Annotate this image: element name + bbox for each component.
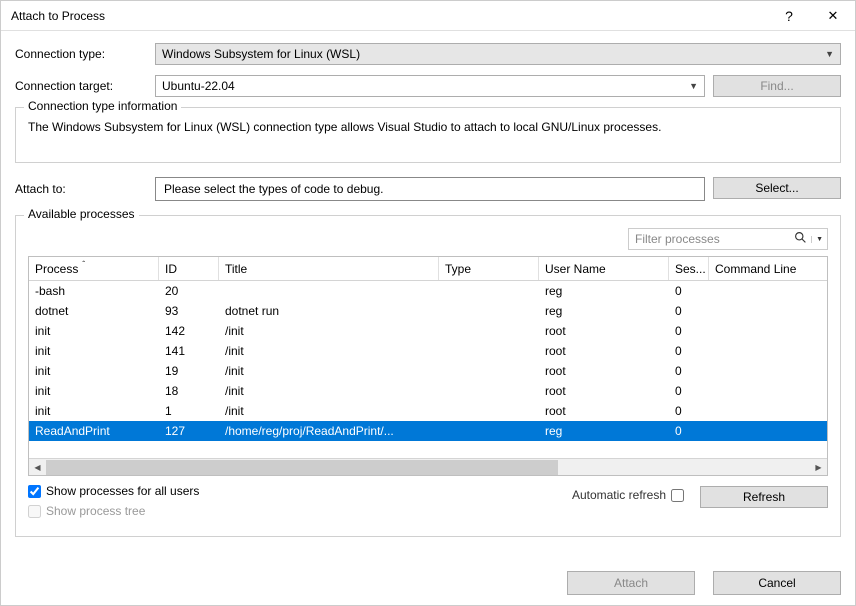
- table-cell: init: [29, 324, 159, 338]
- table-cell: root: [539, 404, 669, 418]
- column-process[interactable]: Processˆ: [29, 257, 159, 280]
- table-cell: /init: [219, 384, 439, 398]
- table-header: Processˆ ID Title Type User Name Ses... …: [29, 257, 827, 281]
- close-button[interactable]: ✕: [811, 1, 855, 31]
- show-all-users-checkbox[interactable]: Show processes for all users: [28, 484, 572, 498]
- table-cell: init: [29, 364, 159, 378]
- attach-button[interactable]: Attach: [567, 571, 695, 595]
- show-process-tree-input: [28, 505, 41, 518]
- table-cell: root: [539, 384, 669, 398]
- scroll-left-icon[interactable]: ◀: [29, 459, 46, 476]
- table-cell: reg: [539, 284, 669, 298]
- table-cell: 0: [669, 364, 709, 378]
- attach-to-label: Attach to:: [15, 182, 155, 196]
- show-all-users-input[interactable]: [28, 485, 41, 498]
- table-cell: 93: [159, 304, 219, 318]
- table-cell: 141: [159, 344, 219, 358]
- table-cell: 127: [159, 424, 219, 438]
- column-id[interactable]: ID: [159, 257, 219, 280]
- horizontal-scrollbar[interactable]: ◀ ▶: [29, 458, 827, 475]
- table-cell: init: [29, 404, 159, 418]
- help-button[interactable]: ?: [767, 1, 811, 31]
- sort-indicator-icon: ˆ: [82, 260, 85, 269]
- connection-info-legend: Connection type information: [24, 99, 181, 113]
- table-cell: root: [539, 344, 669, 358]
- find-button[interactable]: Find...: [713, 75, 841, 97]
- available-processes-legend: Available processes: [24, 207, 139, 221]
- table-row[interactable]: init1/init root0: [29, 401, 827, 421]
- column-user[interactable]: User Name: [539, 257, 669, 280]
- refresh-button[interactable]: Refresh: [700, 486, 828, 508]
- table-cell: 0: [669, 384, 709, 398]
- dialog-footer: Attach Cancel: [1, 561, 855, 605]
- show-process-tree-checkbox[interactable]: Show process tree: [28, 504, 572, 518]
- scroll-thumb[interactable]: [46, 460, 558, 475]
- titlebar: Attach to Process ? ✕: [1, 1, 855, 31]
- table-cell: 0: [669, 404, 709, 418]
- column-session[interactable]: Ses...: [669, 257, 709, 280]
- table-cell: 20: [159, 284, 219, 298]
- table-cell: reg: [539, 304, 669, 318]
- automatic-refresh-checkbox[interactable]: Automatic refresh: [572, 488, 684, 502]
- table-row[interactable]: ReadAndPrint127/home/reg/proj/ReadAndPri…: [29, 421, 827, 441]
- table-cell: dotnet run: [219, 304, 439, 318]
- table-cell: /home/reg/proj/ReadAndPrint/...: [219, 424, 439, 438]
- table-row[interactable]: init142/init root0: [29, 321, 827, 341]
- connection-target-dropdown[interactable]: Ubuntu-22.04 ▼: [155, 75, 705, 97]
- table-cell: /init: [219, 324, 439, 338]
- table-cell: /init: [219, 404, 439, 418]
- table-cell: /init: [219, 364, 439, 378]
- table-row[interactable]: init19/init root0: [29, 361, 827, 381]
- process-table: Processˆ ID Title Type User Name Ses... …: [28, 256, 828, 476]
- automatic-refresh-input[interactable]: [671, 489, 684, 502]
- close-icon: ✕: [828, 8, 839, 24]
- table-cell: /init: [219, 344, 439, 358]
- table-cell: 1: [159, 404, 219, 418]
- column-title[interactable]: Title: [219, 257, 439, 280]
- help-icon: ?: [785, 8, 793, 24]
- column-cmd[interactable]: Command Line: [709, 257, 827, 280]
- table-cell: root: [539, 364, 669, 378]
- table-row[interactable]: init18/init root0: [29, 381, 827, 401]
- table-cell: dotnet: [29, 304, 159, 318]
- chevron-down-icon: ▼: [825, 49, 834, 59]
- table-cell: 18: [159, 384, 219, 398]
- connection-target-value: Ubuntu-22.04: [162, 79, 235, 93]
- connection-target-label: Connection target:: [15, 79, 155, 93]
- table-row[interactable]: -bash20 reg0: [29, 281, 827, 301]
- table-row[interactable]: init141/init root0: [29, 341, 827, 361]
- connection-type-label: Connection type:: [15, 47, 155, 61]
- dropdown-arrow-icon: ▼: [811, 236, 823, 243]
- table-cell: 0: [669, 344, 709, 358]
- chevron-down-icon: ▼: [689, 81, 698, 91]
- table-cell: 142: [159, 324, 219, 338]
- table-cell: 0: [669, 304, 709, 318]
- filter-processes-input[interactable]: Filter processes ▼: [628, 228, 828, 250]
- table-cell: ReadAndPrint: [29, 424, 159, 438]
- connection-info-text: The Windows Subsystem for Linux (WSL) co…: [28, 120, 828, 134]
- table-cell: 19: [159, 364, 219, 378]
- table-row[interactable]: dotnet93dotnet run reg0: [29, 301, 827, 321]
- table-body: -bash20reg0dotnet93dotnet runreg0init142…: [29, 281, 827, 458]
- table-cell: reg: [539, 424, 669, 438]
- scroll-right-icon[interactable]: ▶: [810, 459, 827, 476]
- connection-type-dropdown[interactable]: Windows Subsystem for Linux (WSL) ▼: [155, 43, 841, 65]
- table-cell: 0: [669, 284, 709, 298]
- connection-type-value: Windows Subsystem for Linux (WSL): [162, 47, 360, 61]
- table-cell: -bash: [29, 284, 159, 298]
- table-cell: 0: [669, 424, 709, 438]
- window-title: Attach to Process: [11, 9, 767, 23]
- column-type[interactable]: Type: [439, 257, 539, 280]
- attach-to-field: Please select the types of code to debug…: [155, 177, 705, 201]
- select-button[interactable]: Select...: [713, 177, 841, 199]
- table-cell: init: [29, 344, 159, 358]
- filter-placeholder: Filter processes: [635, 232, 720, 246]
- search-icon: [794, 231, 807, 247]
- table-cell: root: [539, 324, 669, 338]
- table-cell: init: [29, 384, 159, 398]
- table-cell: 0: [669, 324, 709, 338]
- cancel-button[interactable]: Cancel: [713, 571, 841, 595]
